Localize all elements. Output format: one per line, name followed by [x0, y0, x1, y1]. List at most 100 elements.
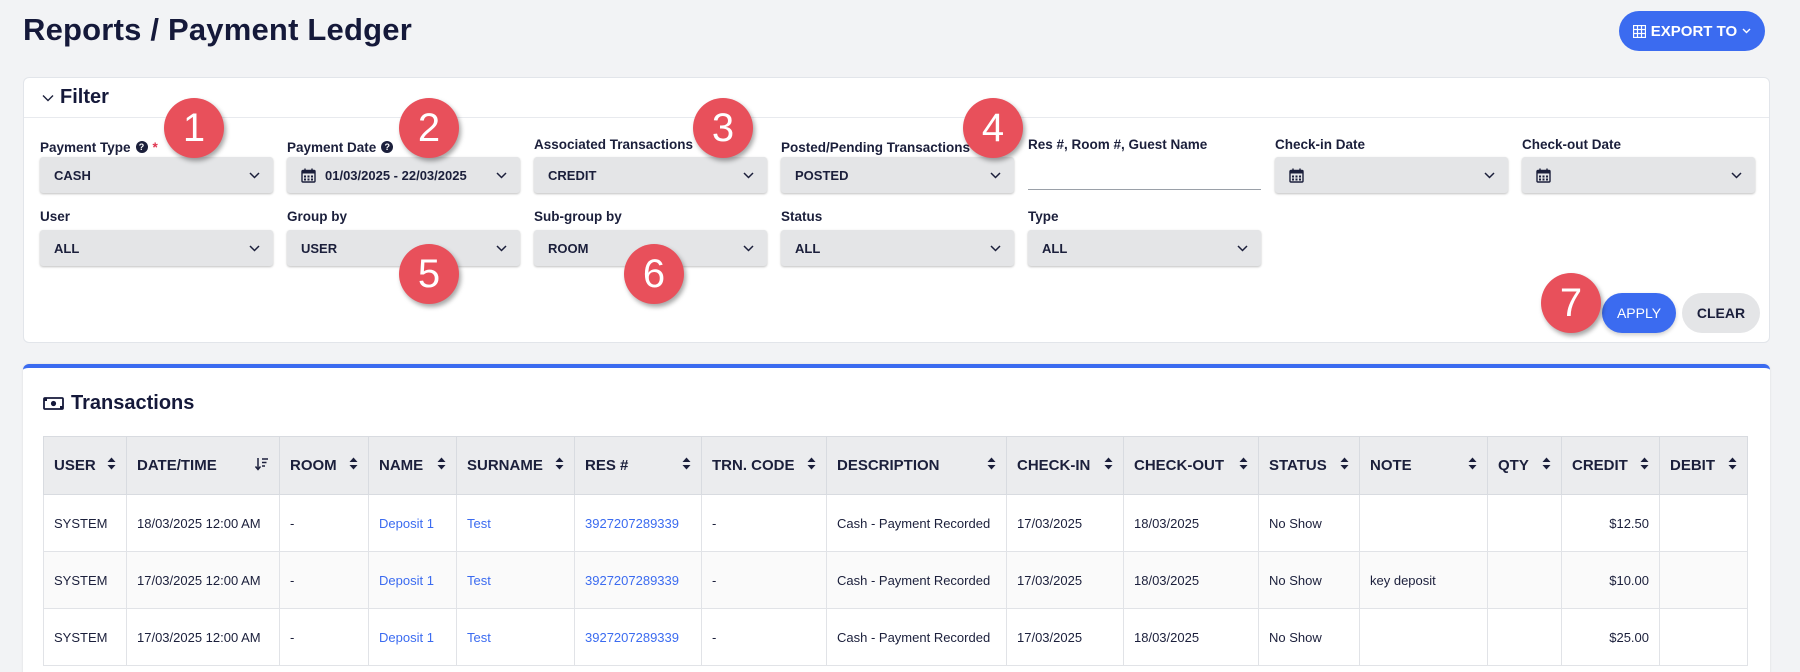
transactions-header: Transactions	[43, 392, 194, 415]
subgroup-by-label-group: Sub-group by	[534, 208, 622, 224]
type-label-group: Type	[1028, 208, 1059, 224]
status-label: Status	[781, 208, 823, 224]
table-cell: SYSTEM	[43, 551, 127, 609]
column-header[interactable]: CHECK-OUT	[1123, 436, 1259, 495]
table-cell: 18/03/2025	[1123, 494, 1259, 552]
column-header[interactable]: NAME	[368, 436, 457, 495]
column-header-label: USER	[54, 457, 96, 474]
payment-type-label: Payment Type	[40, 139, 131, 155]
column-header[interactable]: CHECK-IN	[1006, 436, 1124, 495]
res-search-input[interactable]	[1028, 156, 1261, 190]
table-cell	[1487, 494, 1562, 552]
table-cell: -	[701, 551, 827, 609]
column-header-label: DATE/TIME	[137, 457, 217, 474]
user-value: ALL	[54, 240, 80, 256]
column-header[interactable]: NOTE	[1359, 436, 1488, 495]
column-header[interactable]: RES #	[574, 436, 702, 495]
checkout-label-group: Check-out Date	[1522, 136, 1621, 152]
table-cell[interactable]: Deposit 1	[368, 608, 457, 666]
sort-icon[interactable]	[1468, 457, 1477, 474]
associated-label-group: Associated Transactions	[534, 136, 693, 152]
export-label: EXPORT TO	[1650, 22, 1738, 40]
table-row[interactable]: SYSTEM 18/03/2025 12:00 AM - Deposit 1 Test 3…	[43, 494, 1748, 552]
help-icon: ?	[381, 141, 394, 153]
sort-descending-icon[interactable]	[254, 457, 269, 475]
type-select[interactable]: ALL	[1028, 230, 1261, 266]
posted-value: POSTED	[795, 167, 849, 183]
table-cell: -	[701, 494, 827, 552]
column-header[interactable]: DATE/TIME	[126, 436, 280, 495]
transactions-title: Transactions	[71, 392, 195, 414]
sort-icon[interactable]	[555, 457, 564, 474]
table-cell	[1487, 551, 1562, 609]
column-header[interactable]: ROOM	[279, 436, 369, 495]
user-label: User	[40, 208, 71, 224]
table-row[interactable]: SYSTEM 17/03/2025 12:00 AM - Deposit 1 Test 3…	[43, 551, 1748, 609]
table-cell[interactable]: 3927207289339	[574, 494, 702, 552]
table-cell[interactable]: Test	[456, 608, 575, 666]
sort-icon[interactable]	[807, 457, 816, 474]
posted-label-group: Posted/Pending Transactions	[781, 139, 970, 155]
table-cell[interactable]: Test	[456, 551, 575, 609]
checkin-date-picker[interactable]	[1275, 157, 1508, 193]
sort-icon[interactable]	[987, 457, 996, 474]
checkout-date-picker[interactable]	[1522, 157, 1755, 193]
chevron-down-icon	[496, 171, 507, 179]
table-cell	[1487, 608, 1562, 666]
table-cell[interactable]: 3927207289339	[574, 608, 702, 666]
column-header[interactable]: QTY	[1487, 436, 1562, 495]
filter-panel: Filter Payment Type? * Payment Date? Asso…	[23, 77, 1770, 343]
sort-icon[interactable]	[349, 457, 358, 474]
user-select[interactable]: ALL	[40, 230, 273, 266]
table-cell: Cash - Payment Recorded	[826, 608, 1007, 666]
sort-icon[interactable]	[107, 457, 116, 474]
apply-button[interactable]: APPLY	[1602, 293, 1676, 333]
column-header[interactable]: SURNAME	[456, 436, 575, 495]
table-cell	[1359, 608, 1488, 666]
column-header-label: NAME	[379, 457, 424, 474]
chevron-down-icon	[1731, 171, 1742, 179]
payment-date-picker[interactable]: 01/03/2025 - 22/03/2025	[287, 157, 520, 193]
status-label-group: Status	[781, 208, 822, 224]
table-cell: 18/03/2025	[1123, 608, 1259, 666]
table-cell: SYSTEM	[43, 494, 127, 552]
sort-icon[interactable]	[1239, 457, 1248, 474]
sort-icon[interactable]	[1104, 457, 1113, 474]
sort-icon[interactable]	[1640, 457, 1649, 474]
payment-date-value: 01/03/2025 - 22/03/2025	[325, 167, 467, 183]
table-cell: -	[701, 608, 827, 666]
table-cell	[1659, 608, 1748, 666]
table-cell[interactable]: Test	[456, 494, 575, 552]
column-header-label: CHECK-IN	[1017, 457, 1091, 474]
column-header[interactable]: TRN. CODE	[701, 436, 827, 495]
export-button[interactable]: EXPORT TO	[1619, 11, 1765, 51]
sort-icon[interactable]	[1728, 457, 1737, 474]
transactions-table: USER DATE/TIME ROOM NAME SURNAME RES # TRN. CO…	[43, 436, 1748, 666]
step-badge-1: 1	[164, 98, 224, 158]
payment-type-select[interactable]: CASH	[40, 157, 273, 193]
chevron-down-icon	[743, 171, 754, 179]
table-cell[interactable]: Deposit 1	[368, 494, 457, 552]
table-cell: -	[279, 494, 369, 552]
clear-button[interactable]: CLEAR	[1682, 293, 1760, 333]
filter-header[interactable]: Filter	[24, 78, 1769, 118]
column-header[interactable]: USER	[43, 436, 127, 495]
table-row[interactable]: SYSTEM 17/03/2025 12:00 AM - Deposit 1 Test 3…	[43, 608, 1748, 666]
status-select[interactable]: ALL	[781, 230, 1014, 266]
table-cell: No Show	[1258, 551, 1360, 609]
sort-icon[interactable]	[682, 457, 691, 474]
table-cell[interactable]: Deposit 1	[368, 551, 457, 609]
column-header[interactable]: DEBIT	[1659, 436, 1748, 495]
associated-transactions-select[interactable]: CREDIT	[534, 157, 767, 193]
column-header[interactable]: STATUS	[1258, 436, 1360, 495]
payment-type-value: CASH	[54, 167, 91, 183]
subgroup-by-value: ROOM	[548, 240, 589, 256]
sort-icon[interactable]	[1340, 457, 1349, 474]
table-cell[interactable]: 3927207289339	[574, 551, 702, 609]
sort-icon[interactable]	[1542, 457, 1551, 474]
sort-icon[interactable]	[437, 457, 446, 474]
posted-pending-select[interactable]: POSTED	[781, 157, 1014, 193]
payment-type-label-group: Payment Type? *	[40, 139, 158, 155]
column-header[interactable]: DESCRIPTION	[826, 436, 1007, 495]
column-header[interactable]: CREDIT	[1561, 436, 1660, 495]
